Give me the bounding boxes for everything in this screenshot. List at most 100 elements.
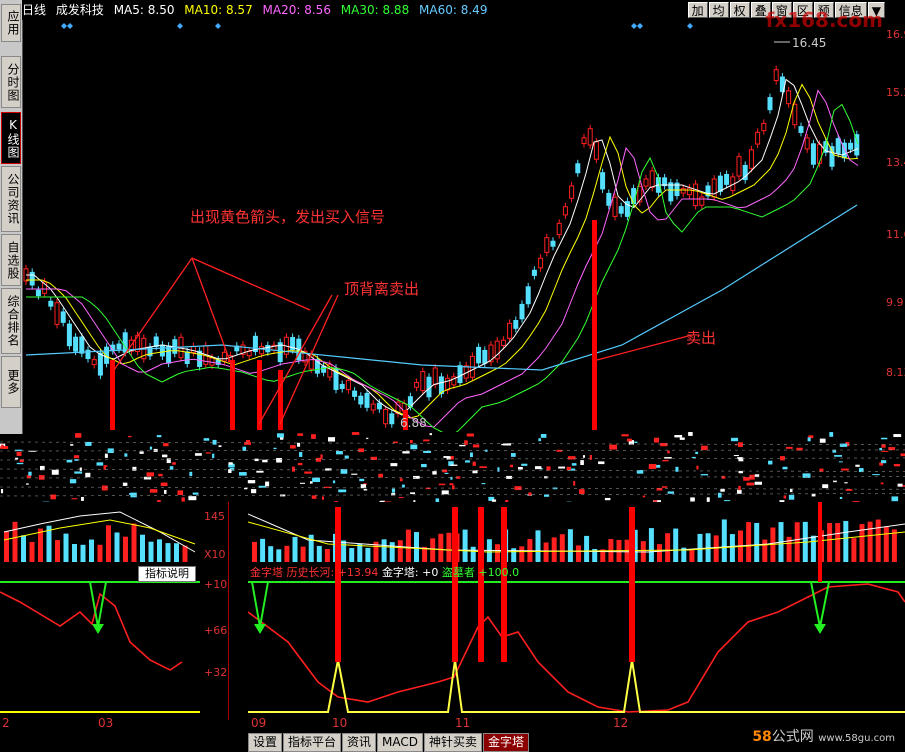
candle-body	[321, 365, 327, 373]
artifact-fleck	[26, 483, 29, 485]
candle-body	[835, 138, 841, 154]
annotation-top-divergence: 顶背离卖出	[344, 280, 420, 298]
artifact-fleck	[351, 432, 360, 435]
artifact-fleck	[717, 492, 722, 498]
volume-bar	[357, 543, 363, 562]
artifact-fleck	[344, 455, 349, 459]
menu-add[interactable]: 加	[687, 2, 708, 18]
volume-bar	[665, 533, 671, 562]
artifact-fleck	[432, 471, 437, 475]
artifact-fleck	[660, 442, 668, 447]
artifact-fleck	[546, 466, 551, 471]
volume-bar	[729, 534, 735, 562]
volume-bar	[80, 544, 86, 562]
price-tick: 9.9	[886, 296, 904, 309]
artifact-fleck	[521, 463, 528, 466]
sidebar-tab-company-news[interactable]: 公司资讯	[1, 166, 21, 232]
signal-bar	[592, 220, 597, 430]
artifact-fleck	[579, 489, 585, 495]
candle-body	[798, 126, 804, 133]
tab-pyramid[interactable]: 金字塔	[483, 733, 530, 752]
artifact-fleck	[277, 433, 284, 438]
artifact-fleck	[276, 457, 282, 463]
tab-news[interactable]: 资讯	[342, 733, 377, 752]
artifact-fleck	[679, 437, 685, 440]
candle-body	[755, 131, 761, 145]
volume-ma-line	[3, 519, 196, 545]
candle-body	[358, 395, 364, 405]
menu-average[interactable]: 均	[708, 2, 729, 18]
artifact-fleck	[251, 489, 257, 494]
artifact-fleck	[290, 445, 296, 449]
artifact-fleck	[16, 462, 24, 465]
signal-bar	[335, 507, 341, 662]
candle-body	[569, 185, 575, 199]
tab-needle-trade[interactable]: 神针买卖	[424, 733, 483, 752]
sidebar-tab-intraday[interactable]: 分时图	[1, 56, 21, 108]
candle-body	[699, 196, 705, 206]
artifact-fleck	[69, 479, 77, 484]
artifact-fleck	[300, 482, 306, 484]
tab-settings[interactable]: 设置	[248, 733, 283, 752]
candle-body	[612, 196, 618, 217]
sidebar-tab-ranking[interactable]: 综合排名	[1, 288, 21, 354]
artifact-fleck	[872, 474, 880, 476]
artifact-fleck	[880, 482, 884, 485]
tab-macd[interactable]: MACD	[377, 733, 424, 752]
artifact-fleck	[829, 432, 834, 437]
menu-rights[interactable]: 权	[729, 2, 750, 18]
kline-chart[interactable]	[22, 20, 885, 432]
volume-bar	[551, 537, 557, 562]
artifact-fleck	[71, 498, 78, 500]
indicator-help-button[interactable]: 指标说明	[138, 566, 196, 582]
sidebar-tab-more[interactable]: 更多	[1, 356, 21, 408]
artifact-fleck	[262, 459, 268, 463]
indicator-name[interactable]: 金字塔	[250, 566, 283, 579]
volume-bar	[762, 539, 768, 562]
candle-body	[432, 367, 438, 385]
period-label[interactable]: 日线	[22, 3, 46, 17]
artifact-fleck	[472, 461, 476, 466]
tab-indicator-platform[interactable]: 指标平台	[283, 733, 342, 752]
candle-body	[848, 142, 854, 150]
artifact-fleck	[338, 489, 347, 493]
volume-bar	[891, 529, 897, 562]
sidebar-tab-kline[interactable]: K线图	[1, 112, 21, 164]
volume-bar	[252, 541, 257, 562]
candle-body	[686, 187, 692, 196]
candle-body	[73, 336, 79, 352]
volume-bar	[851, 538, 857, 562]
artifact-fleck	[166, 458, 171, 464]
artifact-fleck	[802, 473, 811, 478]
artifact-fleck	[429, 433, 433, 436]
artifact-fleck	[398, 497, 404, 499]
candle-body	[166, 345, 172, 364]
artifact-fleck	[256, 470, 264, 473]
artifact-fleck	[789, 488, 793, 493]
artifact-fleck	[653, 437, 660, 443]
sidebar-tab-apps[interactable]: 应用	[1, 4, 21, 42]
artifact-fleck	[402, 451, 410, 454]
artifact-fleck	[571, 463, 577, 466]
price-tick: 8.13	[886, 366, 905, 379]
indicator-legend: 金字塔 历史长河: +13.94 金字塔: +0 盗墓者 +100.0	[250, 566, 519, 580]
artifact-fleck	[501, 443, 509, 446]
artifact-fleck	[254, 458, 259, 462]
artifact-fleck	[788, 494, 795, 500]
artifact-fleck	[304, 471, 313, 474]
artifact-fleck	[149, 446, 153, 450]
candle-body	[184, 351, 190, 365]
price-tick: 11.6	[886, 228, 905, 241]
artifact-fleck	[321, 496, 324, 500]
sidebar-tab-watchlist[interactable]: 自选股	[1, 234, 21, 286]
indicator-tick: +10	[204, 578, 228, 591]
candle-body	[680, 188, 686, 194]
ma60-line	[25, 204, 858, 371]
price-tick: 15.2	[886, 86, 905, 99]
pyramid-indicator-panel[interactable]	[248, 502, 905, 720]
artifact-fleck	[153, 448, 158, 452]
artifact-fleck	[194, 453, 202, 456]
volume-bar	[123, 536, 128, 562]
candle-body	[457, 365, 463, 384]
volume-bar	[519, 546, 525, 562]
